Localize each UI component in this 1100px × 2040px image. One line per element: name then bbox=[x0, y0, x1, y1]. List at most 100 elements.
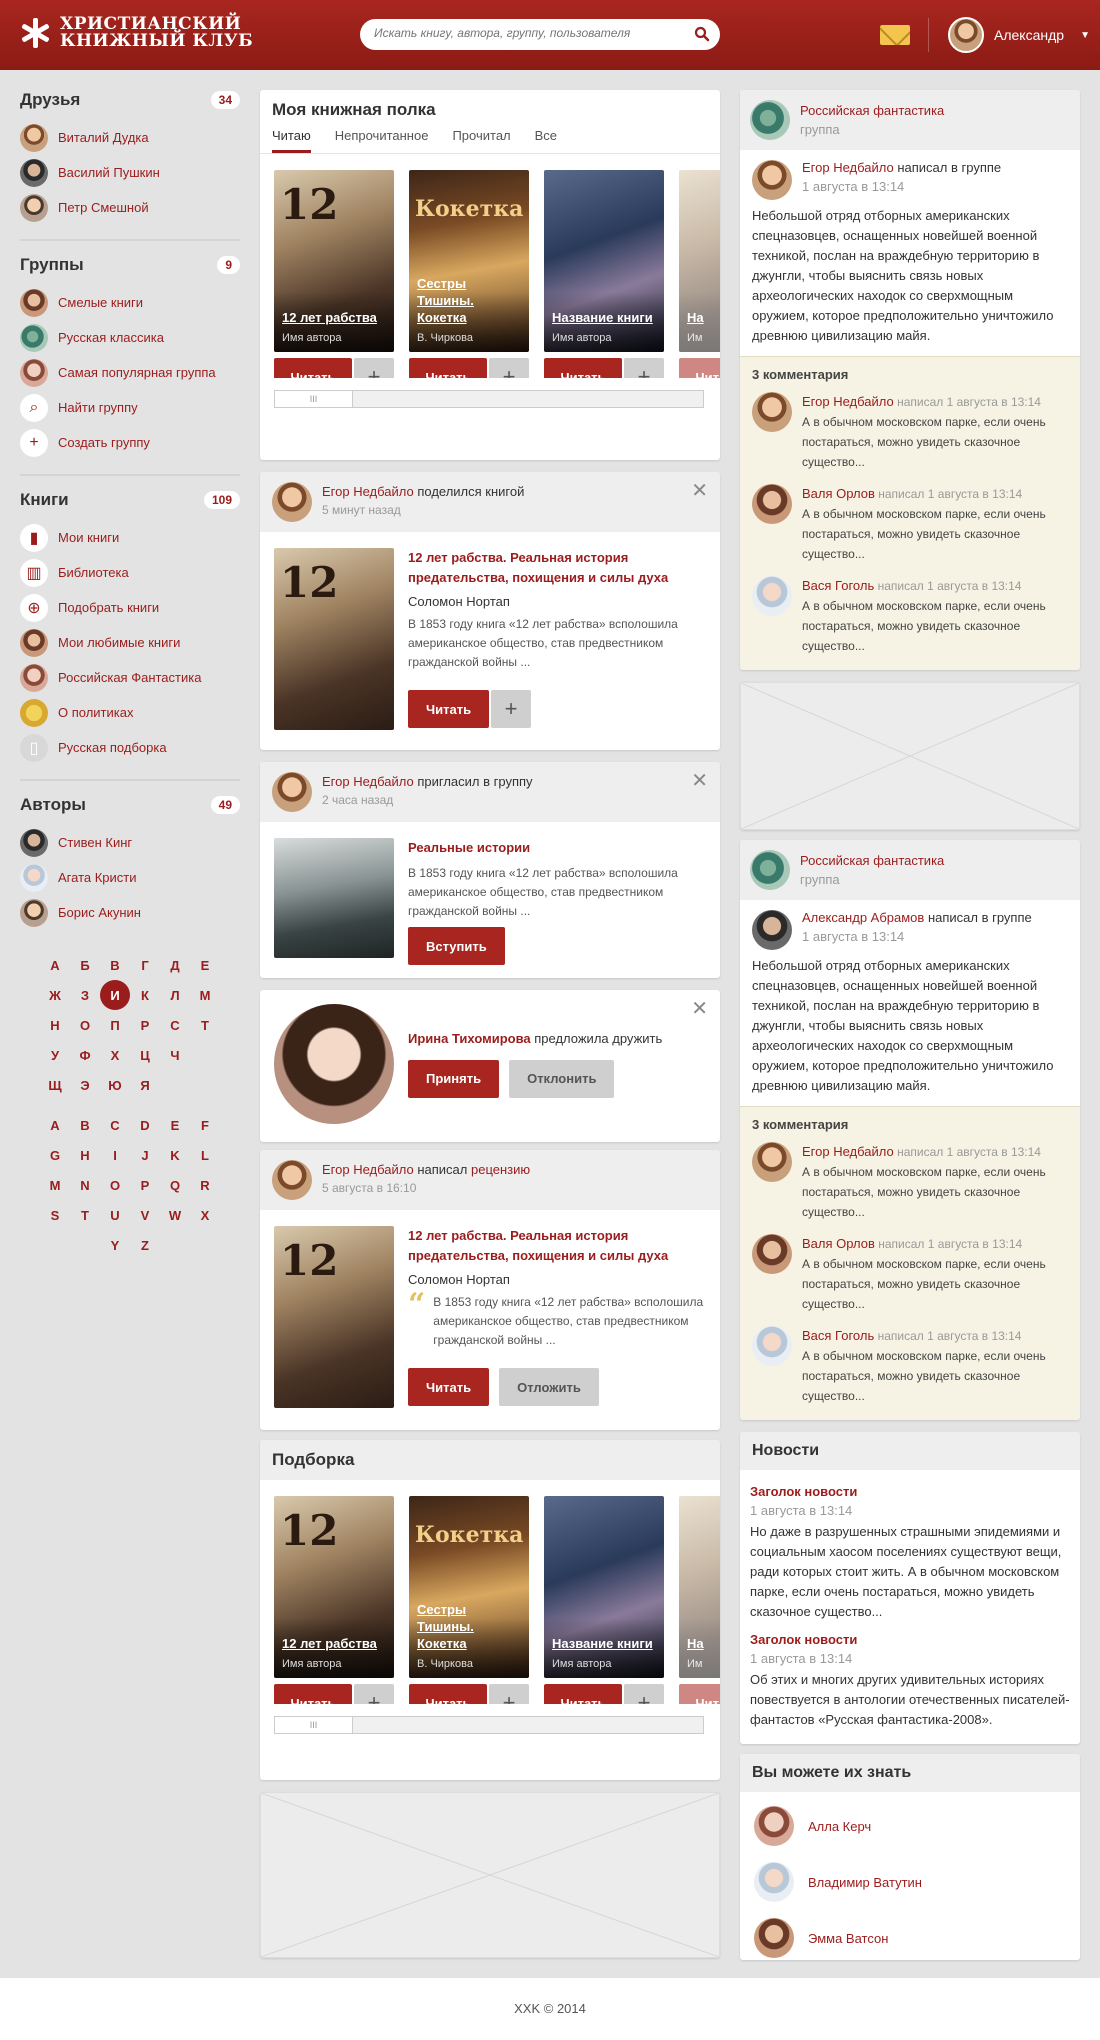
site-logo[interactable]: ХРИСТИАНСКИЙ КНИЖНЫЙ КЛУБ bbox=[20, 16, 253, 50]
alphabet-letter[interactable]: С bbox=[160, 1010, 190, 1040]
avatar[interactable] bbox=[272, 772, 312, 812]
group-item[interactable]: Смелые книги bbox=[20, 285, 240, 320]
book-title-link[interactable]: 12 лет рабства. Реальная история предате… bbox=[408, 1226, 706, 1266]
alphabet-letter[interactable]: М bbox=[190, 980, 220, 1010]
books-menu-label[interactable]: Мои книги bbox=[58, 530, 119, 545]
add-to-shelf-button[interactable]: + bbox=[624, 358, 664, 378]
join-group-button[interactable]: Вступить bbox=[408, 927, 505, 965]
commenter-link[interactable]: Егор Недбайло bbox=[802, 394, 894, 409]
group-item[interactable]: Самая популярная группа bbox=[20, 355, 240, 390]
commenter-link[interactable]: Вася Гоголь bbox=[802, 1328, 874, 1343]
books-menu-item[interactable]: Мои любимые книги bbox=[20, 625, 240, 660]
friend-name[interactable]: Виталий Дудка bbox=[58, 130, 149, 145]
book-cover[interactable]: 12 bbox=[274, 548, 394, 730]
group-item[interactable]: Русская классика bbox=[20, 320, 240, 355]
review-link[interactable]: рецензию bbox=[471, 1162, 530, 1177]
group-name[interactable]: Самая популярная группа bbox=[58, 365, 216, 380]
requester-avatar[interactable] bbox=[274, 1004, 394, 1124]
read-button[interactable]: Читать bbox=[274, 358, 352, 378]
group-title-link[interactable]: Реальные истории bbox=[408, 838, 706, 858]
book-cover[interactable]: Название книги Имя автора bbox=[544, 1496, 664, 1678]
alphabet-letter[interactable]: Ж bbox=[40, 980, 70, 1010]
accept-button[interactable]: Принять bbox=[408, 1059, 500, 1098]
find-group-link[interactable]: Найти группу bbox=[58, 400, 138, 415]
collection-scrollbar[interactable]: III bbox=[274, 1716, 704, 1734]
alphabet-letter[interactable]: P bbox=[130, 1170, 160, 1200]
alphabet-letter[interactable]: Z bbox=[130, 1230, 160, 1260]
group-name[interactable]: Смелые книги bbox=[58, 295, 143, 310]
person-item[interactable]: Эмма Ватсон bbox=[740, 1910, 1080, 1960]
alphabet-letter[interactable]: Ю bbox=[100, 1070, 130, 1100]
tab-read[interactable]: Прочитал bbox=[452, 128, 510, 153]
group-name-link[interactable]: Российская фантастика bbox=[800, 103, 944, 118]
alphabet-letter[interactable]: Х bbox=[100, 1040, 130, 1070]
shelf-scrollbar[interactable]: III bbox=[274, 390, 704, 408]
read-button[interactable]: Читать bbox=[409, 1684, 487, 1704]
alphabet-letter[interactable]: V bbox=[130, 1200, 160, 1230]
person-name-link[interactable]: Алла Керч bbox=[808, 1819, 871, 1834]
mail-icon[interactable] bbox=[880, 25, 910, 45]
add-to-shelf-button[interactable]: + bbox=[354, 1684, 394, 1704]
add-to-shelf-button[interactable]: + bbox=[489, 1684, 529, 1704]
scrollbar-thumb[interactable]: III bbox=[275, 1717, 353, 1733]
add-to-shelf-button[interactable]: + bbox=[491, 690, 532, 728]
requester-name-link[interactable]: Ирина Тихомирова bbox=[408, 1031, 531, 1046]
alphabet-letter[interactable]: R bbox=[190, 1170, 220, 1200]
alphabet-letter[interactable]: Ц bbox=[130, 1040, 160, 1070]
friend-name[interactable]: Василий Пушкин bbox=[58, 165, 160, 180]
tab-unread[interactable]: Непрочитанное bbox=[335, 128, 429, 153]
alphabet-letter[interactable]: Н bbox=[40, 1010, 70, 1040]
book-cover[interactable]: Название книги Имя автора bbox=[544, 170, 664, 352]
alphabet-letter[interactable]: О bbox=[70, 1010, 100, 1040]
alphabet-letter[interactable]: O bbox=[100, 1170, 130, 1200]
alphabet-letter[interactable]: З bbox=[70, 980, 100, 1010]
authors-title[interactable]: Авторы bbox=[20, 795, 86, 815]
alphabet-letter[interactable]: D bbox=[130, 1110, 160, 1140]
author-name[interactable]: Стивен Кинг bbox=[58, 835, 132, 850]
book-title-link[interactable]: Название книги bbox=[552, 1635, 658, 1652]
add-to-shelf-button[interactable]: + bbox=[354, 358, 394, 378]
postpone-button[interactable]: Отложить bbox=[499, 1368, 599, 1406]
book-title-link[interactable]: 12 лет рабства bbox=[282, 309, 388, 326]
read-button[interactable]: Читать bbox=[544, 1684, 622, 1704]
alphabet-letter[interactable]: W bbox=[160, 1200, 190, 1230]
author-item[interactable]: Агата Кристи bbox=[20, 860, 240, 895]
tab-all[interactable]: Все bbox=[535, 128, 557, 153]
add-to-shelf-button[interactable]: + bbox=[489, 358, 529, 378]
commenter-link[interactable]: Валя Орлов bbox=[802, 486, 875, 501]
create-group-item[interactable]: + Создать группу bbox=[20, 425, 240, 460]
person-item[interactable]: Алла Керч bbox=[740, 1798, 1080, 1854]
close-icon[interactable]: ✕ bbox=[691, 771, 708, 791]
feed-author-link[interactable]: Егор Недбайло bbox=[322, 484, 414, 499]
books-menu-item[interactable]: Российская Фантастика bbox=[20, 660, 240, 695]
read-button[interactable]: Читать bbox=[679, 1684, 720, 1704]
avatar[interactable] bbox=[752, 910, 792, 950]
friends-title[interactable]: Друзья bbox=[20, 90, 80, 110]
tab-reading[interactable]: Читаю bbox=[272, 128, 311, 153]
alphabet-letter[interactable]: C bbox=[100, 1110, 130, 1140]
books-menu-label[interactable]: О политиках bbox=[58, 705, 133, 720]
alphabet-letter[interactable]: И bbox=[100, 980, 130, 1010]
alphabet-letter[interactable]: G bbox=[40, 1140, 70, 1170]
alphabet-letter[interactable]: Г bbox=[130, 950, 160, 980]
alphabet-letter[interactable]: Q bbox=[160, 1170, 190, 1200]
read-button[interactable]: Читать bbox=[274, 1684, 352, 1704]
alphabet-letter[interactable]: В bbox=[100, 950, 130, 980]
alphabet-letter[interactable]: Э bbox=[70, 1070, 100, 1100]
news-item-title[interactable]: Заголок новости bbox=[750, 1484, 1070, 1499]
alphabet-letter[interactable]: Я bbox=[130, 1070, 160, 1100]
book-title-link[interactable]: 12 лет рабства. Реальная история предате… bbox=[408, 548, 706, 588]
friend-item[interactable]: Виталий Дудка bbox=[20, 120, 240, 155]
avatar[interactable] bbox=[752, 160, 792, 200]
book-cover[interactable]: 12 bbox=[274, 1226, 394, 1408]
book-title-link[interactable]: Название книги bbox=[552, 309, 658, 326]
author-name[interactable]: Агата Кристи bbox=[58, 870, 137, 885]
find-group-item[interactable]: ⌕ Найти группу bbox=[20, 390, 240, 425]
group-name-link[interactable]: Российская фантастика bbox=[800, 853, 944, 868]
group-avatar[interactable] bbox=[750, 850, 790, 890]
alphabet-letter[interactable]: П bbox=[100, 1010, 130, 1040]
user-menu[interactable]: Александр ▼ bbox=[948, 17, 1090, 53]
friend-item[interactable]: Петр Смешной bbox=[20, 190, 240, 225]
close-icon[interactable]: ✕ bbox=[691, 999, 708, 1019]
book-title-link[interactable]: На bbox=[687, 1635, 720, 1652]
